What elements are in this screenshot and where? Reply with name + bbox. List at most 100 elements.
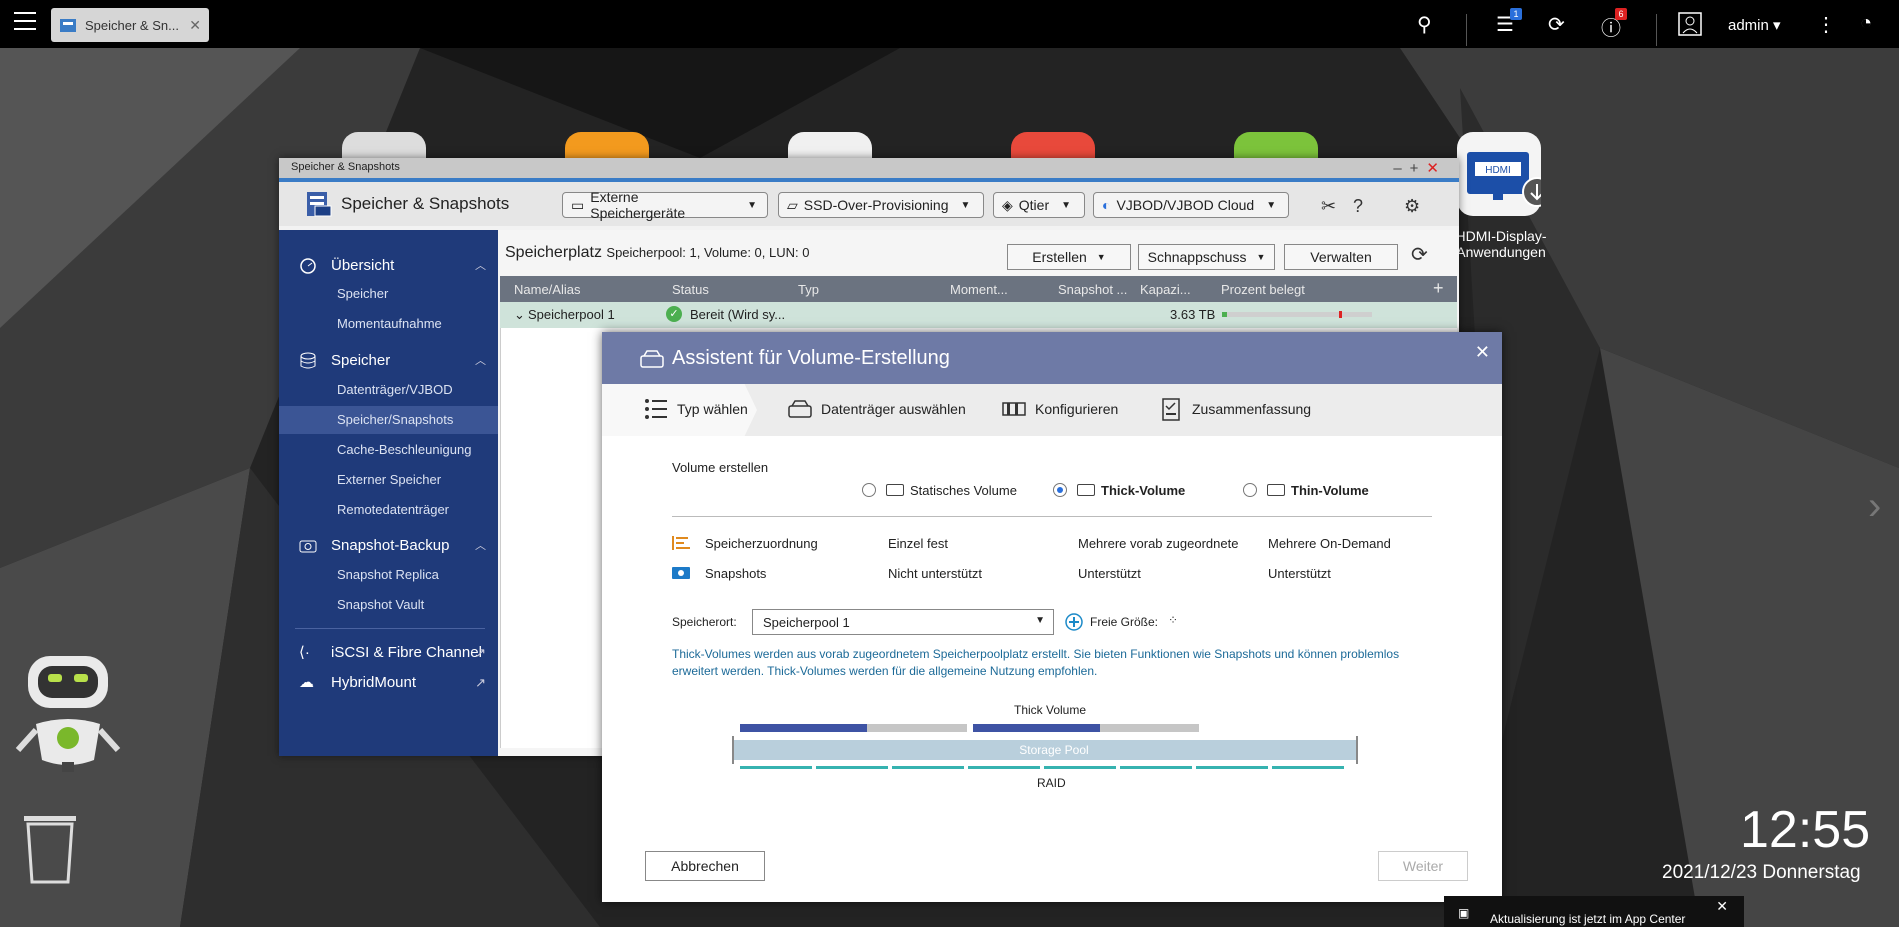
database-icon [300,352,316,369]
column-header[interactable]: Name/Alias [514,282,580,297]
caret-down-icon: ▼ [1035,615,1045,626]
create-button[interactable]: Erstellen ▼ [1007,244,1131,270]
sidebar-section-backup[interactable]: Snapshot-Backup ︿ [279,533,498,559]
selected-location: Speicherpool 1 [763,615,850,630]
table-row[interactable]: ⌄ Speicherpool 1 ✓ Bereit (Wird sy... 3.… [500,302,1457,328]
page-title-text: Speicherplatz [505,244,602,261]
hdd-icon [640,350,664,368]
external-link-icon: ↗ [475,675,486,690]
tasks-icon[interactable]: ☰ 1 [1496,8,1522,37]
feature-allocation-label: Speicherzuordnung [705,536,818,551]
next-desktop-arrow[interactable]: › [1868,484,1881,529]
desktop-date: 2021/12/23 Donnerstag [1662,862,1861,883]
refresh-icon[interactable]: ⟳ [1411,242,1428,267]
storage-app-icon [60,19,76,32]
search-icon[interactable]: ⚲ [1417,12,1432,37]
window-header: Speicher & Snapshots ▭ Externe Speicherge… [279,178,1459,226]
close-icon[interactable]: ✕ [1426,160,1447,177]
window-titlebar: Speicher & Snapshots –+✕ [279,158,1459,178]
dashboard-icon[interactable]: ◔ [1860,12,1872,35]
sidebar-item-hybridmount[interactable]: ☁ HybridMount ↗ [279,670,498,696]
static-volume-label[interactable]: Statisches Volume [910,483,1017,498]
loading-icon: ⁘ [1168,613,1179,627]
feature-value: Mehrere vorab zugeordnete [1078,536,1239,551]
caret-down-icon: ▼ [1096,252,1106,262]
hdd-icon [886,484,904,496]
close-icon[interactable]: ✕ [1716,898,1728,915]
sidebar-section-label: Speicher [331,352,391,369]
user-menu[interactable]: admin ▾ [1728,16,1781,34]
expand-chevron-icon[interactable]: ⌄ [514,307,525,323]
trash-icon[interactable] [20,810,80,886]
minimize-icon[interactable]: – [1393,160,1409,177]
sidebar-item-iscsi[interactable]: ⟨· iSCSI & Fibre Channel ↗ [279,640,498,666]
sync-icon[interactable]: ⟳ [1548,12,1565,37]
close-icon[interactable]: ✕ [1475,342,1490,363]
sidebar-item-disks[interactable]: Datenträger/VJBOD [279,376,498,404]
thin-volume-label[interactable]: Thin-Volume [1291,483,1369,498]
user-icon[interactable] [1678,12,1702,36]
ssd-overprovisioning-button[interactable]: ▱ SSD-Over-Provisioning ▼ [778,192,984,218]
external-devices-button[interactable]: ▭ Externe Speichergeräte ▼ [562,189,768,221]
column-header[interactable]: Kapazi... [1140,282,1191,297]
radio-thin-volume[interactable] [1243,483,1257,497]
pool-capacity: 3.63 TB [1170,307,1216,322]
step-label: Typ wählen [677,401,748,417]
storage-location-select[interactable]: Speicherpool 1 ▼ [752,609,1054,635]
cancel-button[interactable]: Abbrechen [645,851,765,881]
next-button[interactable]: Weiter [1378,851,1468,881]
column-header[interactable]: Status [672,282,709,297]
column-header[interactable]: Moment... [950,282,1008,297]
radio-thick-volume[interactable] [1053,483,1067,497]
column-header[interactable]: Snapshot ... [1058,282,1127,297]
manage-button[interactable]: Verwalten [1284,244,1398,270]
sidebar-item-external[interactable]: Externer Speicher [279,466,498,494]
volume-creation-wizard: Assistent für Volume-Erstellung ✕ Typ wä… [602,332,1502,902]
add-column-icon[interactable]: + [1433,278,1444,299]
vjbod-button[interactable]: ◐ VJBOD/VJBOD Cloud ▼ [1093,192,1289,218]
info-icon[interactable]: ⓘ 6 [1601,8,1627,41]
table-header: Name/Alias Status Typ Moment... Snapshot… [500,276,1457,302]
close-icon[interactable]: ✕ [189,17,201,34]
hdmi-app-icon[interactable]: HDMI [1457,132,1552,216]
feature-snapshots-label: Snapshots [705,566,767,581]
add-icon[interactable] [1065,613,1083,631]
sidebar-item-storage-snapshots[interactable]: Speicher/Snapshots [279,406,498,434]
sidebar-item-cache[interactable]: Cache-Beschleunigung [279,436,498,464]
sidebar-item-remote[interactable]: Remotedatenträger [279,496,498,524]
column-header[interactable]: Prozent belegt [1221,282,1305,297]
snapshot-button[interactable]: Schnappschuss ▼ [1138,244,1275,270]
dashboard-icon [300,258,316,274]
sidebar-section-overview[interactable]: Übersicht ︿ [279,253,498,279]
sidebar-section-storage[interactable]: Speicher ︿ [279,348,498,374]
thick-volume-label[interactable]: Thick-Volume [1101,483,1185,498]
step-label: Datenträger auswählen [821,401,966,417]
hdmi-label-line1: HDMI-Display- [1455,228,1547,244]
maximize-icon[interactable]: + [1410,160,1427,177]
menu-icon[interactable] [14,12,36,34]
more-options-icon[interactable]: ⋮ [1816,12,1836,37]
sidebar-item-storage-overview[interactable]: Speicher [279,280,498,308]
feature-value: Einzel fest [888,536,948,551]
column-header[interactable]: Typ [798,282,819,297]
feature-value: Nicht unterstützt [888,566,982,581]
notification-text: Aktualisierung ist jetzt im App Center [1490,912,1686,926]
sidebar-item-snapshot-vault[interactable]: Snapshot Vault [279,591,498,619]
svg-text:HDMI: HDMI [1485,165,1511,176]
notification-toast[interactable]: ▣ Aktualisierung ist jetzt im App Center… [1444,896,1744,927]
radio-static-volume[interactable] [862,483,876,497]
gear-icon[interactable]: ⚙ [1404,196,1420,217]
sidebar-item-snapshot-replica[interactable]: Snapshot Replica [279,561,498,589]
step-configure: Konfigurieren [1002,401,1119,417]
cloud-icon: ◐ [1102,197,1111,213]
tools-icon[interactable]: ✂ [1321,196,1336,217]
qtier-button[interactable]: ◈ Qtier ▼ [993,192,1085,218]
step-label: Konfigurieren [1035,401,1119,417]
help-icon[interactable]: ? [1353,196,1363,217]
helpdesk-robot-icon[interactable] [14,650,124,780]
taskbar-tab-storage[interactable]: Speicher & Sn... ✕ [51,8,209,42]
sidebar-item-snapshot-overview[interactable]: Momentaufnahme [279,310,498,338]
allocation-icon [672,536,690,550]
hdd-icon: ▭ [571,196,585,213]
button-label: VJBOD/VJBOD Cloud [1116,197,1255,213]
